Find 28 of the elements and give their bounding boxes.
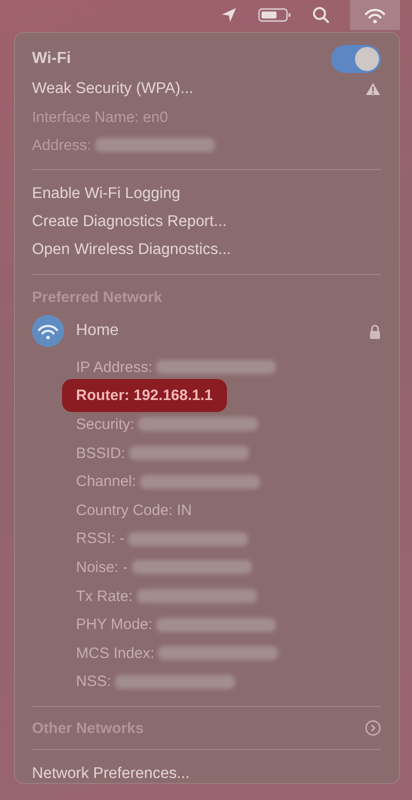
detail-text: RSSI: - <box>76 530 124 548</box>
detail-text: BSSID: <box>76 444 126 462</box>
detail-text: Tx Rate: <box>76 588 133 605</box>
menu-item[interactable]: Create Diagnostics Report... <box>32 208 381 236</box>
detail-text: PHY Mode: <box>76 616 152 634</box>
menu-item[interactable]: Network Preferences... <box>32 760 381 788</box>
network-name[interactable]: Home <box>76 322 357 340</box>
highlighted-detail: Router: 192.168.1.1 <box>62 379 227 412</box>
warning-icon <box>365 82 381 96</box>
chevron-circle-icon[interactable] <box>365 720 381 736</box>
search-icon[interactable] <box>312 6 330 24</box>
detail-text: Channel: <box>76 473 136 490</box>
detail-text: Noise: - <box>76 558 128 576</box>
wifi-title: Wi-Fi <box>32 50 71 68</box>
wifi-toggle[interactable] <box>331 45 381 73</box>
location-icon[interactable] <box>220 6 238 24</box>
menu-item[interactable]: Open Wireless Diagnostics... <box>32 236 381 264</box>
wifi-circle-icon <box>32 315 64 347</box>
detail-text: NSS: <box>76 673 112 690</box>
detail-text: IP Address: <box>76 358 152 376</box>
wifi-icon <box>364 6 386 24</box>
wifi-menu-button[interactable] <box>350 0 400 30</box>
menu-item[interactable]: Enable Wi-Fi Logging <box>32 180 381 208</box>
detail-text: Security: <box>76 416 134 433</box>
battery-icon[interactable] <box>258 7 292 23</box>
security-warning: Weak Security (WPA)... <box>32 80 194 98</box>
detail-text: Country Code: IN <box>76 502 192 519</box>
detail-text: MCS Index: <box>76 644 154 662</box>
